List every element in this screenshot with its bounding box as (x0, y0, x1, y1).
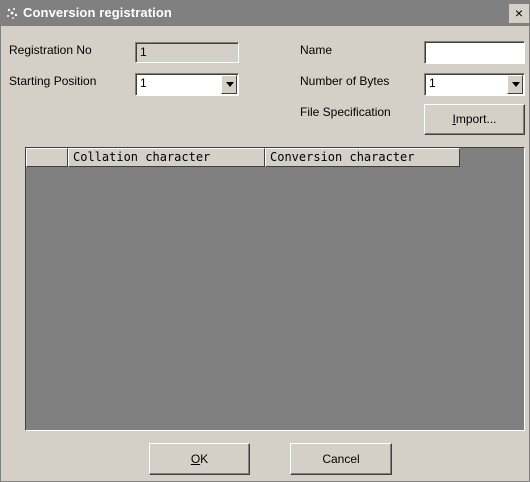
cancel-button[interactable]: Cancel (290, 443, 392, 475)
window-title: Conversion registration (23, 5, 172, 20)
registration-no-label: Registration No (9, 43, 92, 57)
conversion-registration-dialog: Conversion registration × Registration N… (0, 0, 530, 482)
ok-mnemonic: O (190, 452, 201, 466)
import-label: mport... (455, 112, 497, 126)
column-header-collation[interactable]: Collation character (68, 148, 265, 167)
ok-button[interactable]: OK (149, 443, 250, 475)
import-button[interactable]: Import... (424, 104, 525, 135)
title-bar[interactable]: Conversion registration × (1, 1, 529, 26)
file-specification-label: File Specification (300, 105, 391, 119)
starting-position-label: Starting Position (9, 74, 97, 88)
ok-label: K (200, 452, 209, 466)
chevron-down-icon[interactable] (221, 75, 237, 94)
number-of-bytes-combo[interactable]: 1 (424, 73, 525, 96)
column-header-conversion[interactable]: Conversion character (265, 148, 460, 167)
close-icon[interactable]: × (509, 4, 529, 23)
app-icon (4, 5, 20, 21)
starting-position-combo[interactable]: 1 (135, 73, 239, 96)
name-input[interactable] (424, 41, 525, 64)
name-label: Name (300, 43, 333, 57)
chevron-down-icon[interactable] (507, 75, 523, 94)
number-of-bytes-label: Number of Bytes (300, 74, 390, 88)
number-of-bytes-value: 1 (429, 76, 436, 90)
registration-no-field: 1 (135, 42, 239, 63)
conversion-table[interactable]: Collation character Conversion character (25, 147, 525, 431)
starting-position-value: 1 (140, 76, 147, 90)
table-header-corner (26, 148, 68, 167)
